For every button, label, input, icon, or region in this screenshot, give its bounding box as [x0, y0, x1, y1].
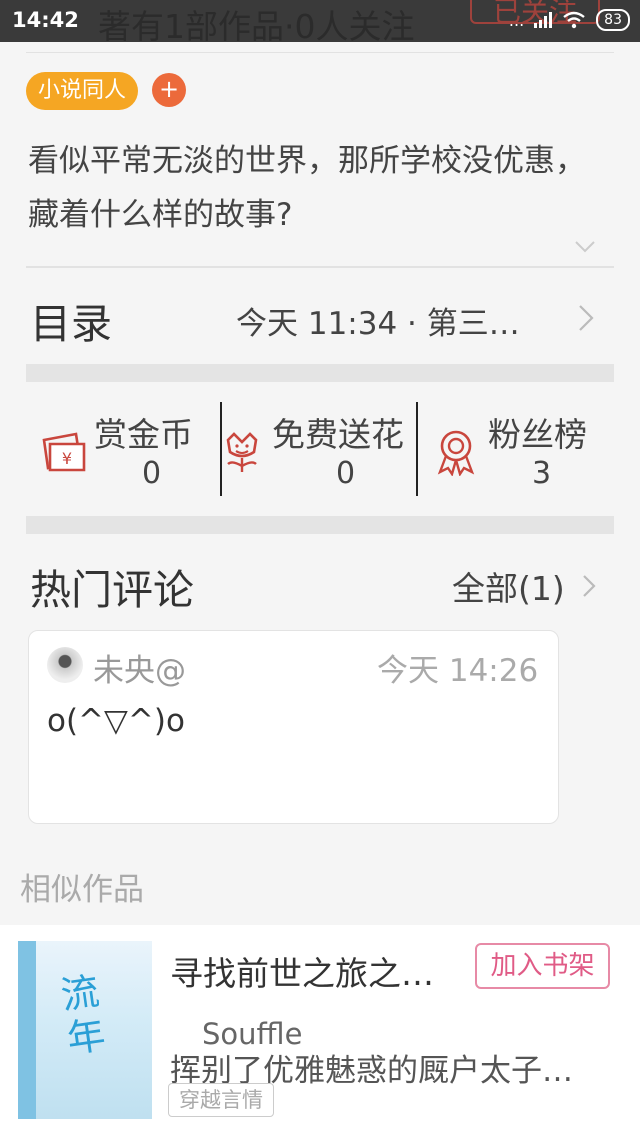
add-to-shelf-button[interactable]: 加入书架 — [475, 943, 610, 989]
header-author-stats: 著有1部作品·0人关注 — [98, 7, 415, 42]
comment-username[interactable]: 未央@ — [93, 645, 186, 690]
chevron-right-icon — [579, 305, 594, 331]
chevron-down-icon[interactable] — [574, 240, 596, 254]
stat-value: 0 — [142, 456, 162, 491]
signal-dots-icon: ... — [508, 10, 525, 30]
toc-latest-chapter: 今天 11:34 · 第三… — [236, 306, 520, 342]
hot-comments-title: 热门评论 — [30, 566, 194, 614]
category-tag[interactable]: 小说同人 — [26, 72, 139, 110]
book-genre-tag[interactable]: 穿越言情 — [168, 1083, 274, 1117]
toc-title: 目录 — [30, 300, 112, 348]
free-flower-stat[interactable]: 免费送花 0 — [222, 402, 418, 498]
similar-book-item[interactable]: 流年 寻找前世之旅之… 加入书架 Souffle 挥别了优雅魅惑的厩户太子… 穿… — [0, 925, 640, 1138]
reward-coins-stat[interactable]: ¥ 赏金币 0 — [38, 402, 218, 498]
stat-value: 3 — [532, 456, 552, 491]
chevron-right-icon — [583, 575, 596, 597]
wifi-icon — [563, 11, 585, 29]
work-detail: 小说同人 + 看似平常无淡的世界，那所学校没优惠，藏着什么样的故事? 目录 今天… — [0, 42, 640, 925]
section-separator — [26, 516, 614, 534]
svg-text:¥: ¥ — [62, 449, 72, 468]
stat-label: 粉丝榜 — [488, 415, 587, 454]
divider — [26, 52, 614, 53]
comment-card[interactable]: 未央@ 今天 14:26 o(^▽^)o — [28, 630, 559, 824]
flower-icon — [226, 432, 258, 472]
comment-text: o(^▽^)o — [47, 703, 185, 739]
signal-icon — [534, 12, 553, 28]
status-bar: 著有1部作品·0人关注 已关注 14:42 ... 83 — [0, 0, 640, 42]
similar-works-title: 相似作品 — [20, 872, 144, 908]
medal-icon — [437, 430, 475, 476]
status-icons: ... 83 — [509, 9, 630, 31]
fan-ranking-stat[interactable]: 粉丝榜 3 — [418, 402, 618, 498]
status-time: 14:42 — [12, 8, 79, 32]
stat-value: 0 — [336, 456, 356, 491]
stat-label: 赏金币 — [94, 415, 193, 454]
add-tag-button[interactable]: + — [152, 73, 186, 107]
battery-indicator: 83 — [596, 9, 630, 31]
work-description: 看似平常无淡的世界，那所学校没优惠，藏着什么样的故事? — [28, 143, 586, 233]
stat-label: 免费送花 — [272, 415, 404, 454]
book-cover[interactable]: 流年 — [18, 941, 152, 1119]
section-separator — [26, 364, 614, 382]
cover-spine — [18, 941, 36, 1119]
all-comments-label: 全部(1) — [452, 569, 565, 608]
book-title[interactable]: 寻找前世之旅之… — [170, 947, 434, 995]
cover-title-art: 流年 — [58, 968, 108, 1062]
reward-envelope-icon: ¥ — [42, 432, 86, 472]
avatar[interactable] — [47, 647, 83, 683]
comment-time: 今天 14:26 — [377, 653, 539, 689]
divider — [26, 266, 614, 268]
